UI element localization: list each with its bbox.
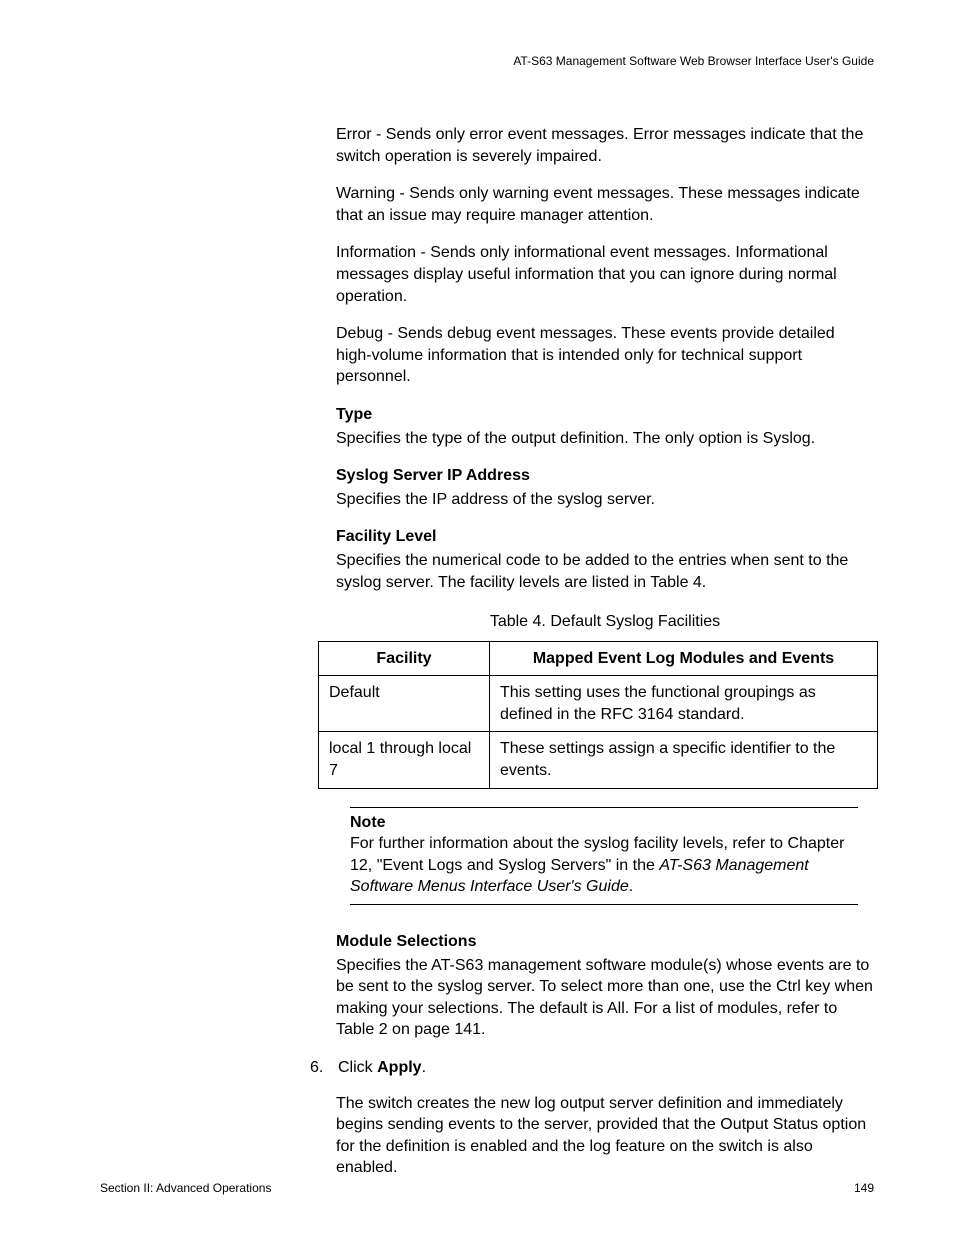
paragraph-information: Information - Sends only informational e… (336, 242, 874, 307)
heading-syslog-ip: Syslog Server IP Address (336, 465, 874, 487)
running-header: AT-S63 Management Software Web Browser I… (100, 54, 874, 68)
step-bold: Apply (377, 1059, 421, 1076)
table-row: Default This setting uses the functional… (319, 676, 878, 732)
step-prefix: Click (338, 1059, 377, 1076)
paragraph-error: Error - Sends only error event messages.… (336, 124, 874, 167)
table-cell: local 1 through local 7 (319, 732, 490, 788)
page-footer: Section II: Advanced Operations 149 (100, 1181, 874, 1195)
step-number: 6. (310, 1057, 328, 1079)
paragraph-type: Specifies the type of the output definit… (336, 428, 874, 450)
paragraph-debug: Debug - Sends debug event messages. Thes… (336, 323, 874, 388)
paragraph-warning: Warning - Sends only warning event messa… (336, 183, 874, 226)
table-header-facility: Facility (319, 641, 490, 676)
note-label: Note (350, 812, 858, 834)
page-content: Error - Sends only error event messages.… (336, 124, 874, 1179)
facility-table: Facility Mapped Event Log Modules and Ev… (318, 641, 878, 789)
heading-facility-level: Facility Level (336, 526, 874, 548)
table-cell: Default (319, 676, 490, 732)
heading-module-selections: Module Selections (336, 931, 874, 953)
step-suffix: . (422, 1059, 426, 1076)
document-page: AT-S63 Management Software Web Browser I… (0, 0, 954, 1235)
note-block: Note For further information about the s… (350, 807, 858, 905)
note-top-rule (350, 807, 858, 808)
table-header-mapped: Mapped Event Log Modules and Events (490, 641, 878, 676)
footer-page-number: 149 (854, 1181, 874, 1195)
paragraph-module-selections: Specifies the AT-S63 management software… (336, 955, 874, 1041)
table-header-row: Facility Mapped Event Log Modules and Ev… (319, 641, 878, 676)
paragraph-step-result: The switch creates the new log output se… (336, 1093, 874, 1179)
step-body: Click Apply. (338, 1057, 426, 1079)
heading-type: Type (336, 404, 874, 426)
paragraph-syslog-ip: Specifies the IP address of the syslog s… (336, 489, 874, 511)
footer-section: Section II: Advanced Operations (100, 1181, 271, 1195)
note-bottom-rule (350, 904, 858, 905)
note-text: For further information about the syslog… (350, 833, 858, 898)
table-caption: Table 4. Default Syslog Facilities (336, 611, 874, 633)
paragraph-facility-level: Specifies the numerical code to be added… (336, 550, 874, 593)
table-cell: This setting uses the functional groupin… (490, 676, 878, 732)
note-text-after: . (629, 878, 633, 895)
table-cell: These settings assign a specific identif… (490, 732, 878, 788)
table-row: local 1 through local 7 These settings a… (319, 732, 878, 788)
step-6: 6. Click Apply. (310, 1057, 874, 1079)
